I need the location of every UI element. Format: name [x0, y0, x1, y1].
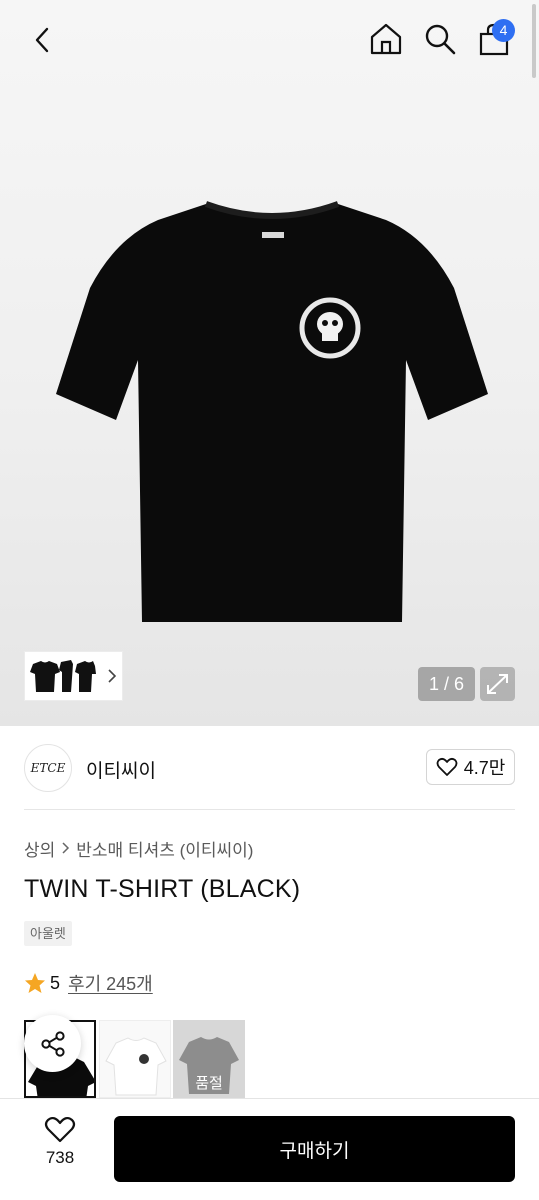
- brand-logo[interactable]: ETCE: [24, 744, 72, 792]
- home-icon: [370, 23, 402, 55]
- share-icon: [40, 1030, 65, 1057]
- home-button[interactable]: [366, 18, 406, 60]
- buy-button[interactable]: 구매하기: [114, 1116, 515, 1182]
- image-counter: 1 / 6: [418, 667, 475, 701]
- wishlist-count: 738: [45, 1148, 75, 1167]
- rating-row: 5 후기 245개: [24, 970, 153, 996]
- breadcrumb-category[interactable]: 상의: [24, 836, 55, 861]
- star-icon: [25, 973, 45, 993]
- product-image-area[interactable]: 4 1 / 6: [0, 0, 539, 726]
- brand-like-button[interactable]: 4.7만: [426, 749, 515, 785]
- white-tshirt-thumbnail: [105, 1037, 167, 1096]
- product-image-tshirt: [56, 201, 488, 622]
- breadcrumb-subcategory[interactable]: 반소매 티셔츠 (이티씨이): [76, 836, 253, 861]
- share-button[interactable]: [24, 1015, 81, 1072]
- outlet-tag: 아울렛: [24, 921, 72, 946]
- chevron-right-icon: [62, 842, 70, 854]
- thumbnail-images: [30, 660, 96, 692]
- chevron-right-icon: [108, 669, 117, 683]
- color-option-white[interactable]: [99, 1020, 171, 1098]
- wishlist-button[interactable]: 738: [30, 1116, 90, 1178]
- rating-value: 5: [50, 972, 61, 993]
- breadcrumb: 상의 반소매 티셔츠 (이티씨이): [24, 836, 253, 861]
- brand-name[interactable]: 이티씨이: [86, 756, 156, 783]
- back-button[interactable]: [22, 20, 62, 60]
- search-icon: [425, 24, 456, 55]
- divider: [24, 809, 515, 810]
- review-link[interactable]: 후기 245개: [68, 970, 153, 996]
- expand-image-button[interactable]: [480, 667, 515, 701]
- color-option-grey[interactable]: 품절: [173, 1020, 245, 1098]
- expand-icon: [487, 674, 508, 694]
- sold-out-label: 품절: [195, 1075, 223, 1092]
- image-thumbnail-strip[interactable]: [24, 651, 123, 701]
- chevron-left-icon: [35, 27, 49, 53]
- top-bar: 4: [0, 0, 539, 80]
- heart-icon: [436, 757, 458, 776]
- brand-like-count: 4.7만: [463, 758, 506, 778]
- product-title: TWIN T-SHIRT (BLACK): [24, 875, 301, 903]
- search-button[interactable]: [420, 18, 460, 60]
- heart-icon: [44, 1116, 76, 1143]
- cart-count-badge: 4: [492, 19, 515, 42]
